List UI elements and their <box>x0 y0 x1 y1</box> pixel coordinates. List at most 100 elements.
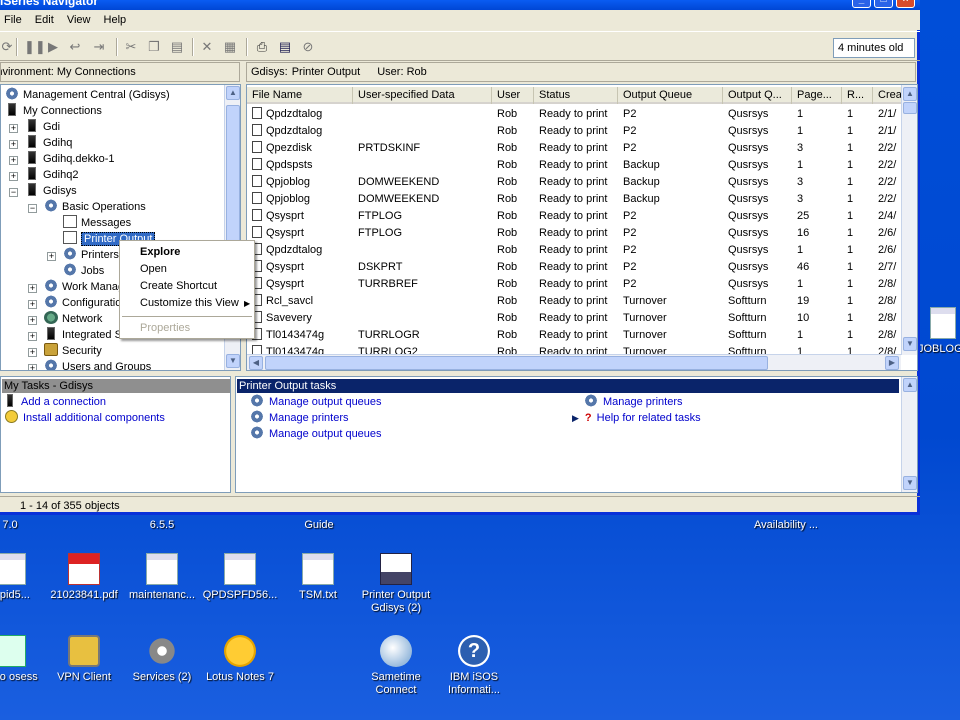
task-manage-output-queues-2[interactable]: Manage output queues <box>250 426 382 442</box>
col-r[interactable]: R... <box>842 87 873 104</box>
desktop-label-availability[interactable]: Availability ... <box>746 519 826 532</box>
table-row[interactable]: Rcl_savcl Rob Ready to print Turnover Softtu… <box>247 293 907 310</box>
desktop-item-services[interactable]: Services (2) <box>122 671 202 684</box>
release-icon[interactable]: ▶ <box>46 40 60 54</box>
scroll-thumb[interactable] <box>226 105 240 245</box>
desktop-item-shortcut[interactable]: rtcut to osess <box>0 671 40 684</box>
desktop-item-tsm[interactable]: TSM.txt <box>278 589 358 602</box>
desktop-label-655[interactable]: 6.5.5 <box>122 519 202 532</box>
scroll-down-button[interactable]: ▼ <box>903 337 917 351</box>
expand-toggle[interactable]: + <box>9 124 18 133</box>
menu-help[interactable]: Help <box>99 10 132 30</box>
collapse-toggle[interactable]: − <box>9 188 18 197</box>
tree-network[interactable]: Network <box>44 311 102 327</box>
desktop-item-vpn[interactable]: VPN Client <box>44 671 124 684</box>
properties-icon[interactable]: ▦ <box>223 40 237 54</box>
tree-gdihq[interactable]: Gdihq <box>25 135 72 151</box>
tree-printers[interactable]: Printers <box>63 247 119 263</box>
scroll-thumb[interactable] <box>903 102 917 114</box>
table-row[interactable]: Tl0143474g TURRLOGR Rob Ready to print Turno… <box>247 327 907 344</box>
maximize-button[interactable]: □ <box>874 0 893 8</box>
expand-toggle[interactable]: + <box>28 348 37 357</box>
tree-security[interactable]: Security <box>44 343 102 359</box>
stop-icon[interactable]: ⊘ <box>301 40 315 54</box>
tree-my-connections[interactable]: My Connections <box>5 103 102 119</box>
col-user-data[interactable]: User-specified Data <box>353 87 492 104</box>
vpn-client-icon[interactable] <box>68 635 100 667</box>
expand-toggle[interactable]: + <box>28 300 37 309</box>
desktop-item-qpdspfd[interactable]: QPDSPFD56... <box>200 589 280 602</box>
services-icon[interactable] <box>146 635 178 667</box>
text-file-icon[interactable] <box>302 553 334 585</box>
col-status[interactable]: Status <box>534 87 618 104</box>
reply-icon[interactable]: ↩ <box>68 40 82 54</box>
print-icon[interactable]: ⎙ <box>255 40 269 54</box>
table-row[interactable]: Qsysprt TURRBREF Rob Ready to print P2 Qusrsy… <box>247 276 907 293</box>
table-row[interactable]: Qpdspsts Rob Ready to print Backup Qusrsys 1 1… <box>247 157 907 174</box>
collapse-toggle[interactable]: − <box>28 204 37 213</box>
title-bar[interactable]: iSeries Navigator _ □ × <box>0 0 920 10</box>
scroll-left-button[interactable]: ◀ <box>249 356 263 370</box>
tree-messages[interactable]: Messages <box>63 215 131 231</box>
sametime-icon[interactable] <box>380 635 412 667</box>
text-file-icon[interactable] <box>224 553 256 585</box>
expand-toggle[interactable]: + <box>9 140 18 149</box>
list-vscrollbar[interactable]: ▲ ▼ <box>901 85 917 355</box>
scroll-up-button[interactable]: ▲ <box>903 87 917 101</box>
scroll-down-button[interactable]: ▼ <box>226 354 240 368</box>
copy-icon[interactable]: ❐ <box>147 40 161 54</box>
desktop-item-printer-output[interactable]: Printer Output Gdisys (2) <box>356 589 436 615</box>
expand-toggle[interactable]: + <box>28 284 37 293</box>
task-manage-printers[interactable]: Manage printers <box>250 410 349 426</box>
lotus-notes-icon[interactable] <box>224 635 256 667</box>
menu-item-explore[interactable]: Explore <box>140 244 180 261</box>
table-row[interactable]: Qsysprt FTPLOG Rob Ready to print P2 Qusrsys 2… <box>247 208 907 225</box>
tasks-scrollbar[interactable]: ▲ ▼ <box>901 377 917 492</box>
col-output-queue-lib[interactable]: Output Q... <box>723 87 792 104</box>
task-add-connection[interactable]: Add a connection <box>7 394 106 410</box>
delete-icon[interactable]: ✕ <box>200 40 214 54</box>
desktop-item-maintenance[interactable]: maintenanc... <box>122 589 202 602</box>
menu-item-open[interactable]: Open <box>140 261 167 278</box>
desktop-item-joblog[interactable]: JOBLOG <box>918 343 960 356</box>
table-row[interactable]: Qsysprt FTPLOG Rob Ready to print P2 Qusrsys 1… <box>247 225 907 242</box>
expand-toggle[interactable]: + <box>9 156 18 165</box>
expand-toggle[interactable]: + <box>28 364 37 370</box>
table-row[interactable]: Savevery Rob Ready to print Turnover Softtur… <box>247 310 907 327</box>
task-help-related[interactable]: ▶? Help for related tasks <box>572 410 701 426</box>
scroll-down-button[interactable]: ▼ <box>903 476 917 490</box>
move-icon[interactable]: ⇥ <box>92 40 106 54</box>
table-row[interactable]: Qsysprt DSKPRT Rob Ready to print P2 Qusrsys 4… <box>247 259 907 276</box>
expand-toggle[interactable]: + <box>9 172 18 181</box>
col-pages[interactable]: Page... <box>792 87 842 104</box>
desktop-item-pid[interactable]: r_pid5... <box>0 589 50 602</box>
paste-icon[interactable]: ▤ <box>170 40 184 54</box>
desktop-item-sametime[interactable]: Sametime Connect <box>356 671 436 697</box>
text-file-icon[interactable] <box>146 553 178 585</box>
scroll-up-button[interactable]: ▲ <box>226 86 240 100</box>
tree-gdi[interactable]: Gdi <box>25 119 60 135</box>
menu-file[interactable]: File <box>0 10 27 30</box>
view-icon[interactable]: ▤ <box>278 40 292 54</box>
menu-item-create-shortcut[interactable]: Create Shortcut <box>140 278 217 295</box>
col-output-queue[interactable]: Output Queue <box>618 87 723 104</box>
tree-basic-operations[interactable]: Basic Operations <box>44 199 146 215</box>
shortcut-icon[interactable] <box>0 635 26 667</box>
table-row[interactable]: Qpezdisk PRTDSKINF Rob Ready to print P2 Qusr… <box>247 140 907 157</box>
tree-users-groups[interactable]: Users and Groups <box>44 359 151 370</box>
hold-icon[interactable]: ❚❚ <box>24 40 46 54</box>
minimize-button[interactable]: _ <box>852 0 871 8</box>
tree-gdisys[interactable]: Gdisys <box>25 183 77 199</box>
expand-toggle[interactable]: + <box>28 332 37 341</box>
expand-toggle[interactable]: + <box>28 316 37 325</box>
desktop-label-7[interactable]: 7.0 <box>0 519 50 532</box>
table-row[interactable]: Qpdzdtalog Rob Ready to print P2 Qusrsys 1 1 2/… <box>247 242 907 259</box>
tree-gdihq-dekko[interactable]: Gdihq.dekko-1 <box>25 151 115 167</box>
table-row[interactable]: Qpdzdtalog Rob Ready to print P2 Qusrsys 1 1 2/… <box>247 106 907 123</box>
refresh-icon[interactable]: ⟳ <box>0 40 14 54</box>
col-file-name[interactable]: File Name <box>247 87 353 104</box>
menu-view[interactable]: View <box>62 10 96 30</box>
tree-management-central[interactable]: Management Central (Gdisys) <box>5 87 170 103</box>
desktop-item-pdf[interactable]: 21023841.pdf <box>44 589 124 602</box>
menu-edit[interactable]: Edit <box>30 10 59 30</box>
